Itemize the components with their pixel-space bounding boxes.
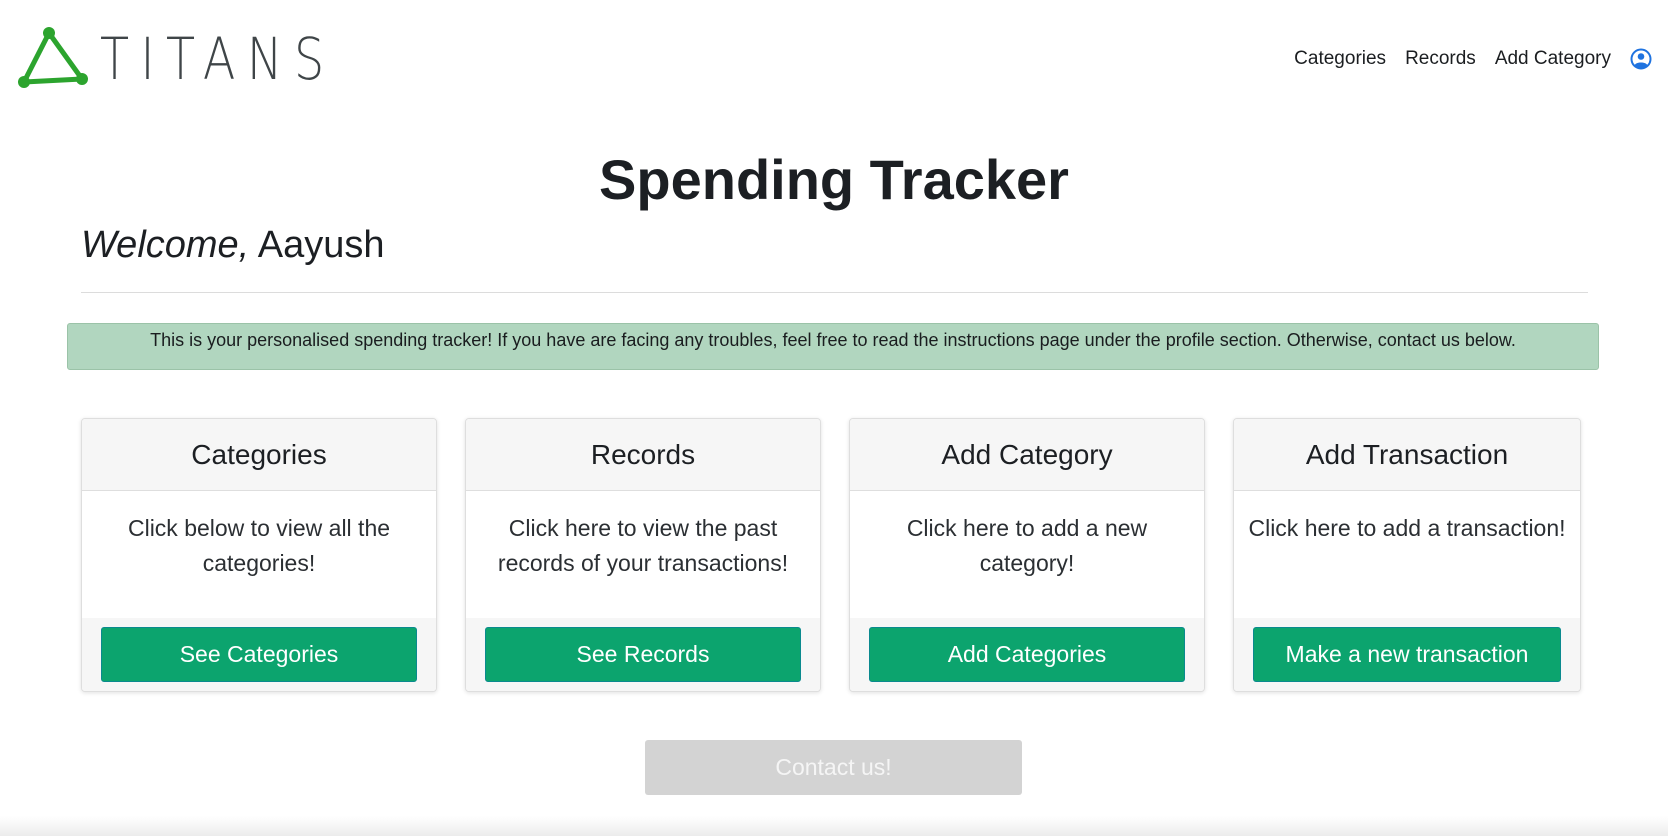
nav-link-add-category[interactable]: Add Category: [1495, 48, 1611, 70]
footer-shadow: [0, 816, 1668, 836]
card-add-transaction: Add Transaction Click here to add a tran…: [1233, 418, 1581, 692]
card-text: Click here to add a new category!: [906, 515, 1148, 576]
top-navbar: TITANS Categories Records Add Category: [0, 0, 1668, 110]
contact-us-button[interactable]: Contact us!: [645, 740, 1022, 795]
nav-link-records[interactable]: Records: [1405, 48, 1476, 70]
page: TITANS Categories Records Add Category S…: [0, 0, 1668, 836]
see-records-button[interactable]: See Records: [485, 627, 801, 682]
card-title: Records: [466, 419, 820, 491]
welcome-message: Welcome, Aayush: [81, 222, 384, 268]
card-text: Click here to view the past records of y…: [497, 515, 789, 576]
card-title: Add Category: [850, 419, 1204, 491]
brand-name: TITANS: [100, 25, 336, 93]
info-alert: This is your personalised spending track…: [67, 323, 1599, 370]
user-name: Aayush: [257, 224, 385, 266]
card-footer: See Records: [466, 618, 820, 691]
add-categories-button[interactable]: Add Categories: [869, 627, 1185, 682]
card-footer: See Categories: [82, 618, 436, 691]
page-title: Spending Tracker: [599, 148, 1069, 211]
card-footer: Add Categories: [850, 618, 1204, 691]
card-title: Add Transaction: [1234, 419, 1580, 491]
nav-links: Categories Records Add Category: [1275, 44, 1652, 74]
card-add-category: Add Category Click here to add a new cat…: [849, 418, 1205, 692]
see-categories-button[interactable]: See Categories: [101, 627, 417, 682]
card-categories: Categories Click below to view all the c…: [81, 418, 437, 692]
card-text: Click below to view all the categories!: [127, 515, 391, 576]
user-circle-icon[interactable]: [1630, 48, 1652, 70]
card-text: Click here to add a transaction!: [1248, 515, 1566, 541]
welcome-prefix: Welcome,: [81, 224, 250, 266]
brand[interactable]: TITANS: [16, 24, 387, 94]
card-title: Categories: [82, 419, 436, 491]
card-records: Records Click here to view the past reco…: [465, 418, 821, 692]
nav-link-categories[interactable]: Categories: [1294, 48, 1386, 70]
make-transaction-button[interactable]: Make a new transaction: [1253, 627, 1561, 682]
triangle-network-icon: [18, 27, 88, 88]
card-footer: Make a new transaction: [1234, 618, 1580, 691]
divider: [81, 292, 1588, 293]
